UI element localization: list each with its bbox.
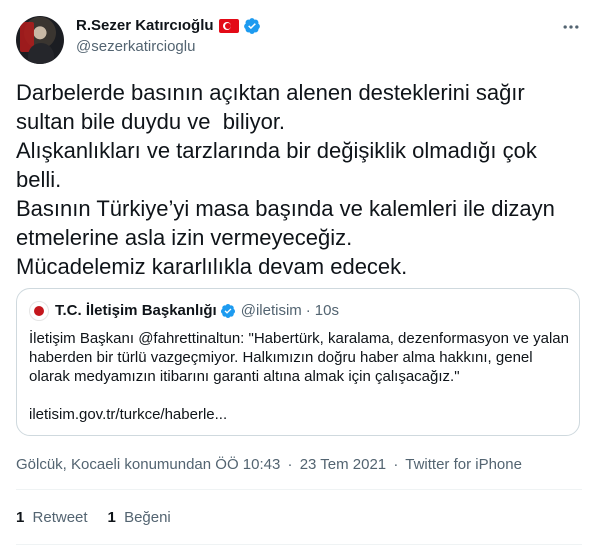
tweet-line: belli. [16, 167, 62, 192]
tweet-time[interactable]: ÖÖ 10:43 [215, 456, 280, 473]
separator-dot: · [393, 456, 399, 473]
tweet-date[interactable]: 23 Tem 2021 [300, 456, 386, 473]
separator-dot: · [305, 302, 311, 319]
turkish-flag-icon [218, 19, 239, 33]
retweet-label: Retweet [32, 509, 88, 526]
quoted-line: olarak medyamızın itibarını garanti altı… [29, 368, 460, 385]
tweet-line: Darbelerde basının açıktan alenen destek… [16, 80, 525, 105]
verified-badge-icon [220, 304, 235, 318]
quoted-tweet-header: T.C. İletişim Başkanlığı @iletisim · 10s [29, 301, 339, 321]
quoted-line: İletişim Başkanı @fahrettinaltun: "Haber… [29, 330, 569, 347]
quoted-tweet-time: 10s [314, 302, 339, 319]
quoted-tweet[interactable]: T.C. İletişim Başkanlığı @iletisim · 10s… [16, 288, 580, 436]
tweet-text: Darbelerde basının açıktan alenen destek… [16, 78, 582, 281]
tweet-line: sultan bile duydu ve biliyor. [16, 109, 286, 134]
quoted-tweet-text: İletişim Başkanı @fahrettinaltun: "Haber… [29, 329, 569, 386]
author-name[interactable]: R.Sezer Katırcıoğlu [76, 16, 214, 36]
tweet-metadata: Gölcük, Kocaeli konumundan ÖÖ 10:43 · 23… [16, 455, 522, 475]
avatar-figure-shape [28, 43, 54, 64]
like-number: 1 [107, 509, 116, 526]
quoted-author-avatar [29, 301, 49, 321]
author-avatar[interactable] [16, 16, 64, 64]
tweet-line: Basının Türkiye’yi masa başında ve kalem… [16, 196, 555, 221]
tweet-line: etmelerine asla izin vermeyeceğiz. [16, 225, 353, 250]
retweet-count[interactable]: 1 Retweet [16, 508, 88, 528]
quoted-author-name: T.C. İletişim Başkanlığı [55, 302, 217, 319]
divider [16, 489, 582, 490]
tweet: R.Sezer Katırcıoğlu @sezerkatircioglu Da… [0, 0, 598, 546]
more-options-icon[interactable] [560, 16, 582, 38]
quoted-line: haberden bir türlü vazgeçmiyor. Halkımız… [29, 349, 533, 366]
tweet-stats: 1 Retweet 1 Beğeni [16, 508, 191, 528]
retweet-number: 1 [16, 509, 25, 526]
quoted-tweet-link[interactable]: iletisim.gov.tr/turkce/haberle... [29, 405, 227, 425]
tweet-line: Mücadelemiz kararlılıkla devam edecek. [16, 254, 408, 279]
divider [16, 544, 582, 545]
author-display-name[interactable]: R.Sezer Katırcıoğlu [76, 16, 261, 36]
like-count[interactable]: 1 Beğeni [108, 508, 171, 528]
verified-badge-icon [243, 18, 260, 34]
tweet-location[interactable]: Gölcük, Kocaeli konumundan [16, 456, 211, 473]
like-label: Beğeni [124, 509, 171, 526]
separator-dot: · [287, 456, 293, 473]
quoted-author-handle: @iletisim [240, 302, 302, 319]
author-handle[interactable]: @sezerkatircioglu [76, 37, 195, 57]
tweet-source[interactable]: Twitter for iPhone [405, 456, 522, 473]
tweet-line: Alışkanlıkları ve tarzlarında bir değişi… [16, 138, 537, 163]
